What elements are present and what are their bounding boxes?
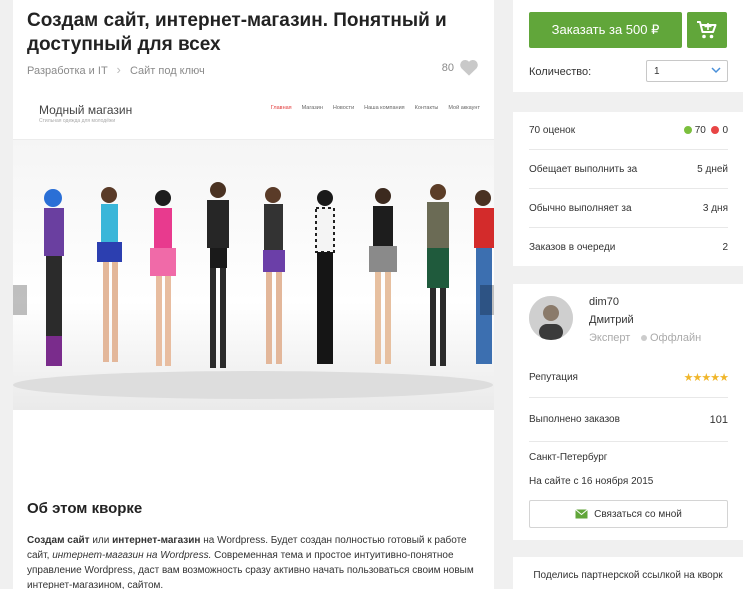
models-illustration: [13, 182, 494, 399]
contact-label: Связаться со мной: [594, 508, 682, 520]
model-figure: [207, 182, 229, 368]
since-row: На сайте с 16 ноября 2015: [529, 474, 728, 488]
queue-label: Заказов в очереди: [529, 241, 616, 253]
breadcrumb-subcategory[interactable]: Сайт под ключ: [130, 65, 205, 77]
city-row: Санкт-Петербург: [529, 450, 728, 464]
promise-value: 5 дней: [697, 163, 728, 175]
seller-real-name: Дмитрий: [589, 314, 634, 326]
positive-dot-icon: [683, 126, 692, 134]
preview-site-tagline: Стильная одежда для молодёжи: [39, 118, 116, 124]
share-panel: Поделись партнерской ссылкой на кворк: [513, 557, 743, 589]
share-link[interactable]: Поделись партнерской ссылкой на кворк: [513, 569, 743, 583]
chevron-down-icon: [711, 67, 721, 74]
star-rating: ★★★★★: [683, 371, 729, 384]
negative-count: 0: [722, 125, 728, 136]
envelope-icon: [575, 509, 588, 519]
cart-icon: [697, 21, 717, 39]
preview-nav-item: Новости: [332, 105, 355, 111]
quantity-value: 1: [654, 66, 660, 77]
offline-dot-icon: [641, 335, 647, 341]
model-figure: [369, 188, 397, 364]
reputation-row: Репутация ★★★★★: [529, 358, 729, 398]
contact-button[interactable]: Связаться со мной: [529, 500, 728, 528]
breadcrumb: Разработка и IT › Сайт под ключ: [27, 62, 205, 77]
promise-label: Обещает выполнить за: [529, 163, 638, 175]
queue-value: 2: [722, 241, 728, 253]
about-heading: Об этом кворке: [27, 500, 143, 517]
promise-row: Обещает выполнить за 5 дней: [529, 150, 728, 189]
usual-value: 3 дня: [702, 202, 728, 214]
gig-card: Создам сайт, интернет-магазин. Понятный …: [13, 0, 494, 589]
gig-title: Создам сайт, интернет-магазин. Понятный …: [27, 10, 447, 55]
avatar[interactable]: [529, 296, 573, 340]
star-icon: ★: [710, 372, 720, 384]
star-icon: ★: [701, 372, 711, 384]
preview-nav-item: Контакты: [414, 105, 439, 111]
heart-icon[interactable]: [459, 59, 479, 76]
preview-models-photo: [13, 140, 494, 410]
add-to-cart-button[interactable]: [687, 12, 727, 48]
model-figure: [263, 187, 285, 364]
seller-username[interactable]: dim70: [589, 296, 619, 308]
stats-panel: 70 оценок 70 0 Обещает выполнить за 5 дн…: [513, 112, 743, 266]
orders-label: Выполнено заказов: [529, 414, 620, 425]
preview-nav: Главная Магазин Новости Наша компания Ко…: [271, 105, 480, 111]
ratings-label: 70 оценок: [529, 125, 576, 136]
likes-count: 80: [441, 61, 454, 74]
orders-value: 101: [709, 413, 728, 426]
model-figure: [474, 190, 494, 364]
ratings-row: 70 оценок 70 0: [529, 112, 728, 150]
quantity-select[interactable]: 1: [646, 60, 728, 82]
model-figure: [427, 184, 449, 366]
desc-text: или: [89, 535, 113, 546]
star-icon: ★: [683, 372, 694, 384]
model-figure: [97, 187, 122, 362]
avatar-image: [529, 296, 573, 340]
preview-site-name: Модный магазин: [39, 103, 133, 117]
seller-panel: dim70 Дмитрий Эксперт Оффлайн Репутация …: [513, 284, 743, 540]
positive-count: 70: [694, 125, 706, 136]
preview-nav-item: Мой аккаунт: [448, 105, 480, 111]
status-text: Оффлайн: [650, 332, 702, 344]
star-icon: ★: [719, 372, 729, 384]
desc-italic: интернет-магазин на Wordpress.: [52, 550, 212, 561]
reputation-label: Репутация: [529, 372, 578, 383]
ratings-breakdown: 70 0: [683, 125, 728, 136]
preview-nav-item: Главная: [270, 105, 292, 111]
model-figure: [315, 190, 335, 364]
breadcrumb-category[interactable]: Разработка и IT: [27, 65, 107, 77]
desc-bold: Создам сайт: [27, 535, 90, 546]
chevron-right-icon: ›: [116, 62, 121, 77]
preview-nav-item: Наша компания: [364, 105, 405, 111]
preview-prev-arrow[interactable]: [13, 285, 27, 315]
seller-city: Санкт-Петербург: [529, 451, 608, 463]
gig-preview-image[interactable]: Модный магазин Стильная одежда для молод…: [13, 92, 494, 410]
preview-nav-item: Магазин: [301, 105, 323, 111]
favorites[interactable]: 80: [442, 59, 479, 76]
preview-next-arrow[interactable]: [480, 285, 494, 315]
quantity-label: Количество:: [529, 66, 592, 78]
desc-bold: интернет-магазин: [112, 535, 201, 546]
order-button[interactable]: Заказать за 500 ₽: [529, 12, 682, 48]
seller-level: Эксперт: [589, 332, 631, 344]
negative-dot-icon: [711, 126, 720, 134]
model-figure: [44, 189, 64, 366]
preview-site-header: Модный магазин Стильная одежда для молод…: [13, 92, 494, 140]
seller-since: На сайте с 16 ноября 2015: [529, 475, 654, 487]
order-panel: Заказать за 500 ₽ Количество: 1: [513, 0, 743, 92]
gig-description: Создам сайт или интернет-магазин на Word…: [27, 533, 482, 589]
seller-status: Оффлайн: [641, 332, 701, 344]
queue-row: Заказов в очереди 2: [529, 228, 728, 266]
usual-row: Обычно выполняет за 3 дня: [529, 189, 728, 228]
model-figure: [150, 190, 176, 366]
orders-row: Выполнено заказов 101: [529, 398, 728, 442]
usual-label: Обычно выполняет за: [529, 202, 632, 214]
